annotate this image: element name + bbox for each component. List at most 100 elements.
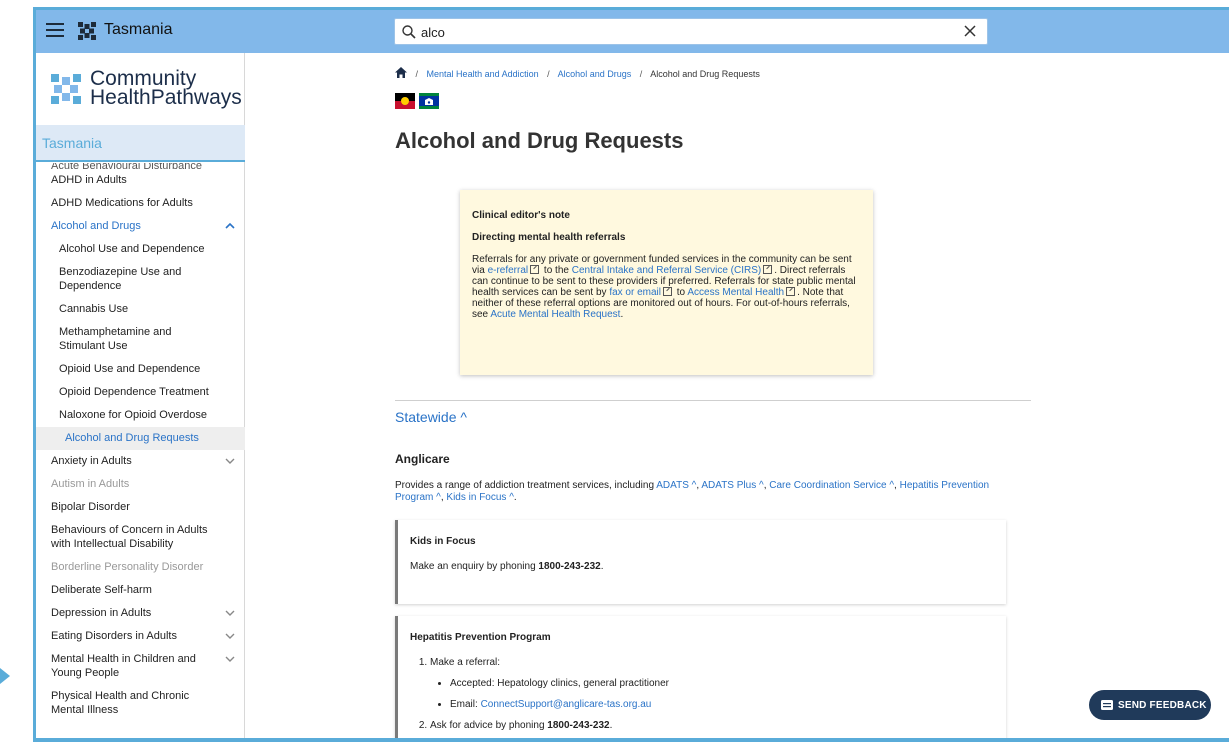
chevron-down-icon[interactable] bbox=[225, 654, 235, 664]
hamburger-menu-icon[interactable] bbox=[46, 23, 64, 39]
adats-plus-link[interactable]: ADATS Plus ^ bbox=[701, 480, 763, 491]
sidebar-item-autism[interactable]: Autism in Adults bbox=[36, 473, 245, 496]
access-mental-health-link[interactable]: Access Mental Health bbox=[687, 287, 784, 298]
note-text: . bbox=[620, 309, 624, 320]
email-link[interactable]: ConnectSupport@anglicare-tas.org.au bbox=[481, 699, 652, 710]
note-text: to the bbox=[541, 265, 572, 276]
indigenous-flags-icon bbox=[395, 93, 439, 109]
anglicare-description: Provides a range of addiction treatment … bbox=[395, 480, 990, 503]
send-feedback-label: SEND FEEDBACK bbox=[1118, 700, 1207, 711]
note-subtitle: Directing mental health referrals bbox=[472, 232, 626, 243]
sidebar-item-eating-disorders[interactable]: Eating Disorders in Adults bbox=[36, 625, 245, 648]
sidebar-item-label: Alcohol and Drugs bbox=[51, 220, 141, 232]
community-healthpathways-logo-icon bbox=[51, 74, 81, 104]
logo-line-2: HealthPathways bbox=[90, 86, 242, 109]
sidebar-item-label: Benzodiazepine Use and Dependence bbox=[59, 266, 182, 292]
sidebar-item-label: ADHD Medications for Adults bbox=[51, 197, 193, 209]
note-body: Referrals for any private or government … bbox=[472, 254, 863, 320]
adats-link[interactable]: ADATS ^ bbox=[656, 480, 696, 491]
sidebar-item-self-harm[interactable]: Deliberate Self-harm bbox=[36, 579, 245, 602]
card-title: Kids in Focus bbox=[410, 536, 476, 547]
breadcrumb-separator: / bbox=[415, 69, 419, 79]
sidebar-item-methamphetamine[interactable]: Methamphetamine and Stimulant Use bbox=[36, 321, 245, 358]
sidebar-item-label: Opioid Use and Dependence bbox=[59, 363, 201, 375]
sidebar-item-label: Borderline Personality Disorder bbox=[51, 561, 204, 573]
statewide-label: Statewide bbox=[395, 409, 457, 425]
card-text: Make an enquiry by phoning 1800-243-232. bbox=[410, 561, 994, 572]
sidebar-item-alcohol-and-drugs[interactable]: Alcohol and Drugs bbox=[36, 215, 245, 238]
breadcrumb-current: Alcohol and Drug Requests bbox=[650, 69, 760, 79]
sidebar-item-benzodiazepine[interactable]: Benzodiazepine Use and Dependence bbox=[36, 261, 245, 298]
home-icon[interactable] bbox=[395, 67, 407, 78]
region-bar[interactable]: Tasmania bbox=[36, 125, 245, 162]
sidebar-item-label: Depression in Adults bbox=[51, 607, 152, 619]
sidebar-item-mental-health-children[interactable]: Mental Health in Children and Young Peop… bbox=[36, 648, 245, 685]
sidebar-item-alcohol-drug-requests[interactable]: Alcohol and Drug Requests bbox=[36, 427, 245, 450]
sidebar-item-adhd-in-adults[interactable]: ADHD in Adults bbox=[36, 169, 245, 192]
kids-in-focus-label: Kids in Focus bbox=[446, 492, 507, 503]
breadcrumb-separator: / bbox=[639, 69, 643, 79]
chevron-down-icon[interactable] bbox=[225, 608, 235, 618]
care-coordination-link[interactable]: Care Coordination Service ^ bbox=[769, 480, 894, 491]
sidebar-item-label: Physical Health and Chronic Mental Illne… bbox=[51, 690, 190, 716]
sidebar-item-borderline[interactable]: Borderline Personality Disorder bbox=[36, 556, 245, 579]
external-link-icon bbox=[763, 265, 773, 274]
clinical-editor-note: Clinical editor's note Directing mental … bbox=[460, 190, 873, 375]
breadcrumb-link[interactable]: Mental Health and Addiction bbox=[427, 69, 539, 79]
sidebar-item-physical-health[interactable]: Physical Health and Chronic Mental Illne… bbox=[36, 685, 245, 722]
chevron-down-icon[interactable] bbox=[225, 631, 235, 641]
e-referral-link[interactable]: e-referral bbox=[488, 265, 529, 276]
kids-in-focus-link[interactable]: Kids in Focus ^ bbox=[446, 492, 514, 503]
card-text-end: . bbox=[600, 561, 604, 572]
acute-mental-health-request-link[interactable]: Acute Mental Health Request bbox=[490, 309, 620, 320]
sidebar-item-depression[interactable]: Depression in Adults bbox=[36, 602, 245, 625]
steps-list: Make a referral: Accepted: Hepatology cl… bbox=[410, 657, 994, 731]
chevron-up-icon: ^ bbox=[460, 409, 467, 425]
fax-email-link[interactable]: fax or email bbox=[609, 287, 661, 298]
adats-plus-label: ADATS Plus bbox=[701, 480, 757, 491]
sidebar-item-bipolar[interactable]: Bipolar Disorder bbox=[36, 496, 245, 519]
app-window: Tasmania Communi bbox=[36, 10, 1229, 738]
sidebar-item-cannabis[interactable]: Cannabis Use bbox=[36, 298, 245, 321]
external-link-icon bbox=[786, 287, 796, 296]
chevron-up-icon[interactable] bbox=[225, 221, 235, 231]
close-icon[interactable] bbox=[963, 24, 977, 38]
search-input[interactable] bbox=[421, 22, 961, 42]
region-title[interactable]: Tasmania bbox=[104, 21, 172, 39]
feedback-icon bbox=[1101, 700, 1113, 710]
region-label: Tasmania bbox=[42, 135, 102, 151]
browser-frame: Tasmania Communi bbox=[33, 7, 1229, 742]
sidebar-item-adhd-medications[interactable]: ADHD Medications for Adults bbox=[36, 192, 245, 215]
sidebar-item-behaviours-of-concern[interactable]: Behaviours of Concern in Adults with Int… bbox=[36, 519, 245, 556]
sidebar-item-anxiety[interactable]: Anxiety in Adults bbox=[36, 450, 245, 473]
brand-logo[interactable]: Community HealthPathways bbox=[36, 53, 245, 125]
cirs-link[interactable]: Central Intake and Referral Service (CIR… bbox=[572, 265, 762, 276]
chevron-down-icon[interactable] bbox=[225, 456, 235, 466]
email-label: Email: bbox=[450, 699, 481, 710]
divider bbox=[395, 400, 1031, 401]
sidebar-item-label: Methamphetamine and Stimulant Use bbox=[59, 326, 172, 352]
list-item: Accepted: Hepatology clinics, general pr… bbox=[450, 678, 994, 689]
sidebar-item-label: Eating Disorders in Adults bbox=[51, 630, 177, 642]
search-box[interactable] bbox=[394, 18, 988, 45]
sidebar-item-label: Naloxone for Opioid Overdose bbox=[59, 409, 207, 421]
list-item: Make a referral: Accepted: Hepatology cl… bbox=[430, 657, 994, 710]
sidebar-item-opioid-use[interactable]: Opioid Use and Dependence bbox=[36, 358, 245, 381]
step-text: Make a referral: bbox=[430, 657, 501, 668]
send-feedback-button[interactable]: SEND FEEDBACK bbox=[1089, 690, 1211, 720]
sidebar-item-label: Behaviours of Concern in Adults with Int… bbox=[51, 524, 208, 550]
sidebar-item-label: Alcohol and Drug Requests bbox=[65, 432, 199, 444]
anglicare-intro: Provides a range of addiction treatment … bbox=[395, 480, 657, 491]
sidebar-item-alcohol-use[interactable]: Alcohol Use and Dependence bbox=[36, 238, 245, 261]
top-bar: Tasmania bbox=[36, 10, 1229, 53]
adats-label: ADATS bbox=[656, 480, 689, 491]
statewide-toggle[interactable]: Statewide ^ bbox=[395, 409, 467, 425]
sidebar-item-opioid-treatment[interactable]: Opioid Dependence Treatment bbox=[36, 381, 245, 404]
sidebar-nav: Acute Behavioural Disturbance ADHD in Ad… bbox=[36, 163, 245, 738]
sidebar-item-label: Cannabis Use bbox=[59, 303, 129, 315]
breadcrumb: / Mental Health and Addiction / Alcohol … bbox=[395, 67, 760, 79]
side-arrow-icon[interactable] bbox=[0, 668, 10, 684]
breadcrumb-link[interactable]: Alcohol and Drugs bbox=[558, 69, 632, 79]
sidebar-item-label: Alcohol Use and Dependence bbox=[59, 243, 205, 255]
sidebar-item-naloxone[interactable]: Naloxone for Opioid Overdose bbox=[36, 404, 245, 427]
